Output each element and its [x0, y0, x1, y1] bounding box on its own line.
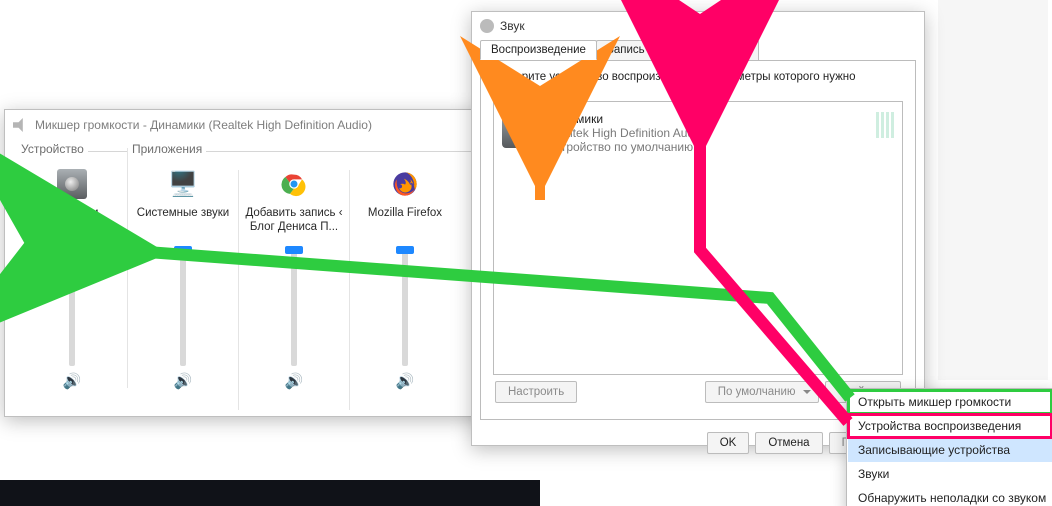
- tray-context-menu: Открыть микшер громкости Устройства восп…: [846, 388, 1052, 506]
- ok-button[interactable]: OK: [707, 432, 750, 454]
- mixer-title: Микшер громкости - Динамики (Realtek Hig…: [35, 118, 372, 132]
- sound-title: Звук: [500, 19, 525, 33]
- chrome-icon[interactable]: [278, 168, 310, 200]
- taskbar: [0, 480, 540, 506]
- speaker-icon: [13, 118, 27, 132]
- section-device: Устройство: [17, 142, 88, 156]
- volume-icon[interactable]: 🔊: [128, 372, 238, 390]
- tab-sounds[interactable]: Звуки: [655, 40, 707, 60]
- system-sounds-icon[interactable]: 🖥️: [167, 168, 199, 200]
- sound-tabs: Воспроизведение Запись Звуки Связь: [472, 40, 924, 60]
- volume-mixer-window: Микшер громкости - Динамики (Realtek Hig…: [4, 109, 500, 417]
- col-label: Динамики: [17, 206, 127, 236]
- menu-recording-devices[interactable]: Записывающие устройства: [848, 438, 1052, 462]
- volume-icon[interactable]: 🔊: [239, 372, 349, 390]
- mixer-titlebar: Микшер громкости - Динамики (Realtek Hig…: [5, 110, 499, 140]
- tab-recording[interactable]: Запись: [596, 40, 656, 60]
- volume-slider[interactable]: [291, 246, 297, 366]
- section-apps: Приложения: [128, 142, 206, 156]
- device-list[interactable]: ✓ Динамики Realtek High Definition Audio…: [493, 101, 903, 375]
- device-sub2: Устройство по умолчанию: [548, 140, 703, 154]
- menu-playback-devices[interactable]: Устройства воспроизведения: [848, 414, 1052, 438]
- tab-comm[interactable]: Связь: [706, 40, 760, 60]
- menu-sounds[interactable]: Звуки: [848, 462, 1052, 486]
- col-label: Добавить запись ‹ Блог Дениса П...: [239, 206, 349, 236]
- sound-app-icon: [480, 19, 494, 33]
- cancel-button[interactable]: Отмена: [755, 432, 822, 454]
- col-label: Mozilla Firefox: [350, 206, 460, 236]
- speaker-device-icon[interactable]: [56, 168, 88, 200]
- volume-slider[interactable]: [69, 246, 75, 366]
- checkmark-icon: ✓: [524, 134, 544, 154]
- tab-playback[interactable]: Воспроизведение: [480, 40, 597, 60]
- menu-open-mixer[interactable]: Открыть микшер громкости: [848, 390, 1052, 414]
- sound-window: Звук Воспроизведение Запись Звуки Связь …: [471, 11, 925, 446]
- device-name: Динамики: [548, 112, 703, 126]
- device-item[interactable]: ✓ Динамики Realtek High Definition Audio…: [500, 108, 896, 158]
- volume-icon[interactable]: 🔊: [350, 372, 460, 390]
- hint-text: Выберите устройство воспроизведения, пар…: [493, 71, 903, 95]
- device-sub1: Realtek High Definition Audio: [548, 126, 703, 140]
- firefox-icon[interactable]: [389, 168, 421, 200]
- configure-button[interactable]: Настроить: [495, 381, 577, 403]
- speaker-device-icon: ✓: [502, 112, 538, 148]
- menu-troubleshoot[interactable]: Обнаружить неполадки со звуком: [848, 486, 1052, 506]
- volume-slider[interactable]: [402, 246, 408, 366]
- col-label: Системные звуки: [128, 206, 238, 236]
- default-button[interactable]: По умолчанию: [705, 381, 819, 403]
- level-meter: [876, 112, 894, 138]
- volume-icon[interactable]: 🔊: [17, 372, 127, 390]
- volume-slider[interactable]: [180, 246, 186, 366]
- sound-titlebar: Звук: [472, 12, 924, 40]
